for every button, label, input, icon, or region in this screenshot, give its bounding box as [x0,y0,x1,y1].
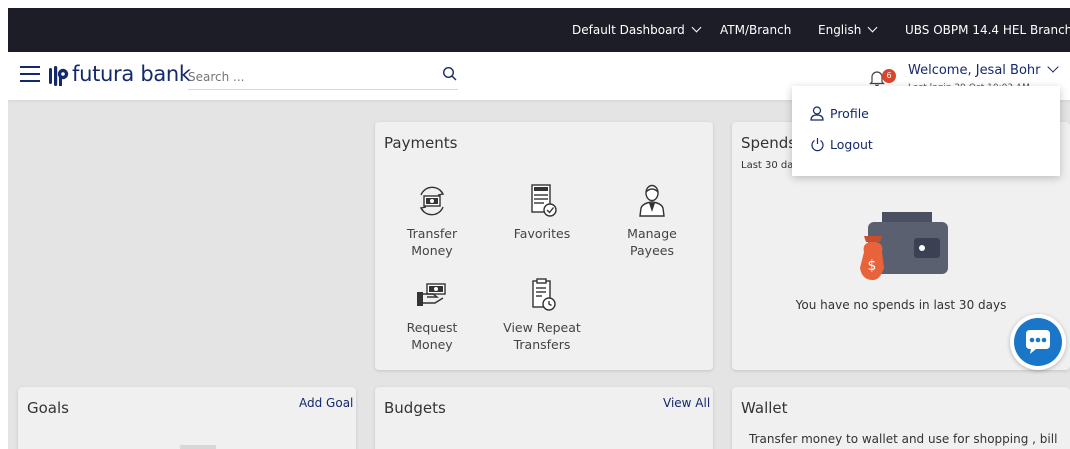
manage-payees-tile[interactable]: Manage Payees [602,182,702,259]
request-money-tile[interactable]: Request Money [382,276,482,353]
transfer-money-icon [419,186,445,216]
payments-card: Payments Transfer Money Favorites Manage… [375,122,713,370]
transfer-money-tile[interactable]: Transfer Money [382,182,482,259]
view-repeat-transfers-label-2: Transfers [513,337,571,352]
goals-graphic-edge [180,445,216,449]
atm-branch-link[interactable]: ATM/Branch [720,8,791,52]
user-dropdown-menu: Profile Logout [792,86,1060,176]
no-spends-message: You have no spends in last 30 days [795,298,1007,312]
repeat-transfers-icon [532,278,556,311]
chevron-down-icon [691,22,702,33]
user-icon [810,106,824,121]
manage-payees-label-2: Payees [630,243,674,258]
goals-title: Goals [27,399,69,417]
profile-label: Profile [830,106,869,121]
view-all-budgets-link[interactable]: View All [663,396,710,410]
budgets-card: Budgets View All [375,387,713,449]
entity-selector[interactable]: UBS OBPM 14.4 HEL Branch [905,8,1070,52]
futura-logo-icon [49,66,69,86]
dashboard-selector[interactable]: Default Dashboard [572,8,702,52]
favorites-tile[interactable]: Favorites [492,182,592,242]
wallet-title: Wallet [741,399,788,417]
chat-icon [1026,330,1050,354]
logout-label: Logout [830,137,873,152]
wallet-description: Transfer money to wallet and use for sho… [749,432,1058,446]
notifications[interactable]: 6 [868,67,898,87]
request-money-label-2: Money [411,337,453,352]
search-input[interactable] [188,64,458,90]
request-money-icon [417,283,446,306]
request-money-label-1: Request [406,320,458,335]
user-menu-toggle[interactable]: Welcome, Jesal Bohr [908,61,1059,78]
goals-card: Goals Add Goal [18,387,356,449]
language-selector[interactable]: English [818,8,878,52]
payments-title: Payments [384,134,458,152]
favorites-label: Favorites [513,226,571,241]
favorites-icon [531,184,557,217]
top-bar: Default Dashboard ATM/Branch English UBS… [8,8,1070,52]
transfer-money-label-1: Transfer [406,226,458,241]
app-frame: Default Dashboard ATM/Branch English UBS… [8,8,1070,449]
view-repeat-transfers-tile[interactable]: View Repeat Transfers [492,276,592,353]
dashboard-selector-label: Default Dashboard [572,23,685,37]
svg-text:$: $ [868,258,877,274]
atm-branch-label: ATM/Branch [720,23,792,37]
power-icon [811,138,824,152]
search-icon[interactable] [442,66,458,82]
chevron-down-icon [867,22,878,33]
add-goal-link[interactable]: Add Goal [299,396,353,410]
empty-wallet-icon: $ [860,212,948,280]
manage-payees-icon [639,184,665,217]
manage-payees-label-1: Manage [627,226,677,241]
menu-icon[interactable] [20,66,40,82]
brand-name: futura bank [72,62,191,86]
chevron-down-icon [1046,61,1059,73]
spends-title: Spends [741,134,797,152]
view-repeat-transfers-label-1: View Repeat [503,320,581,335]
transfer-money-label-2: Money [411,243,453,258]
entity-selector-label: UBS OBPM 14.4 HEL Branch [905,23,1070,37]
welcome-text: Welcome, Jesal Bohr [908,63,1041,78]
chat-button[interactable] [1010,314,1066,370]
budgets-title: Budgets [384,399,446,417]
language-selector-label: English [818,23,862,37]
notification-badge: 6 [882,69,896,83]
wallet-card: Wallet Transfer money to wallet and use … [732,387,1070,449]
